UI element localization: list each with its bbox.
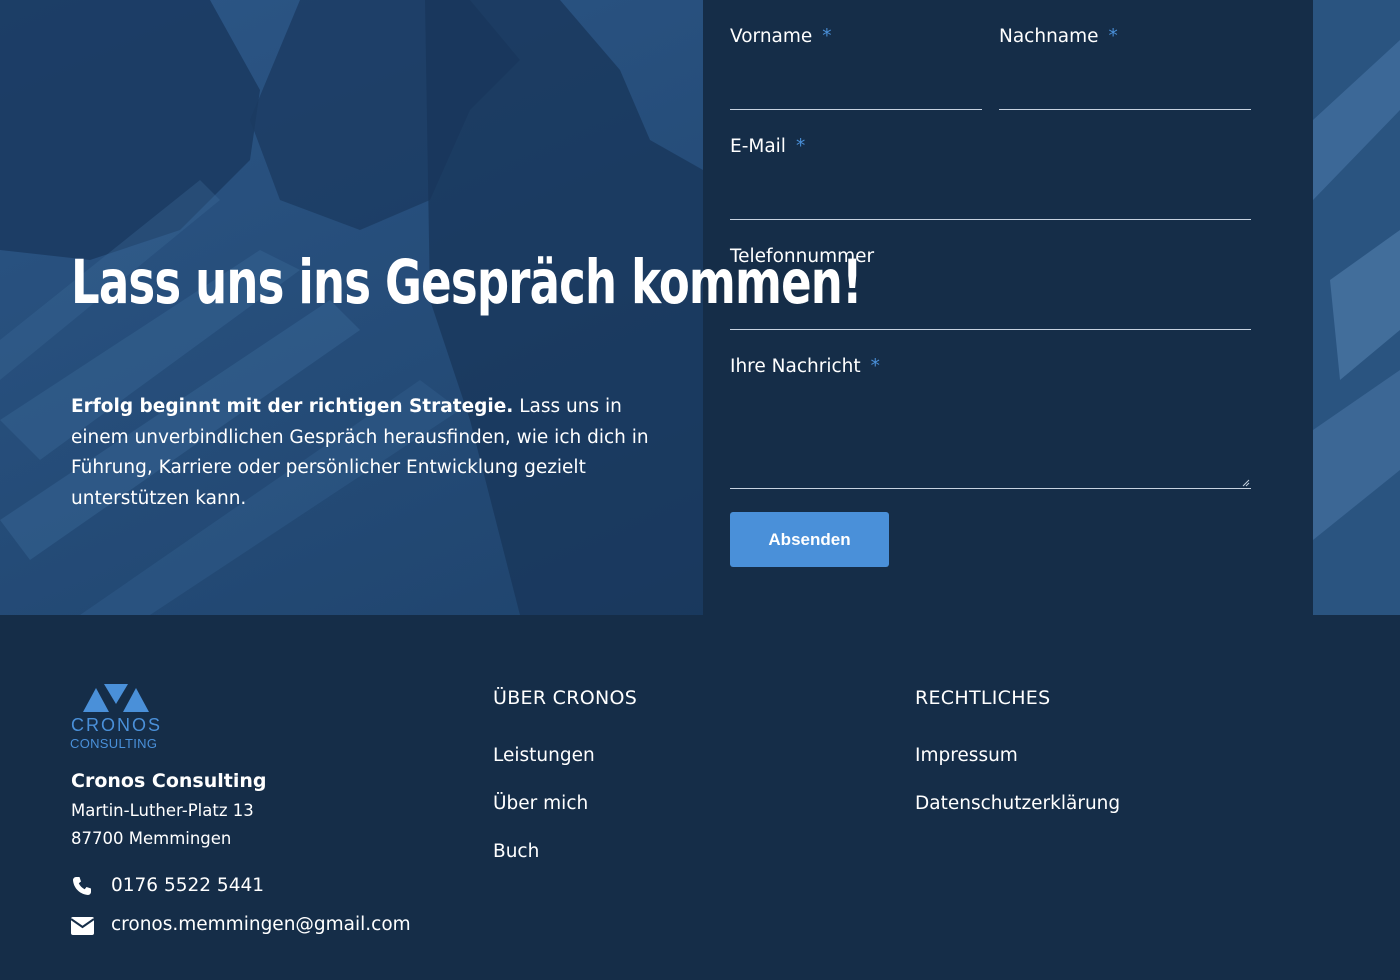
telefon-label: Telefonnummer	[730, 246, 874, 267]
mail-icon	[71, 917, 94, 935]
required-marker: *	[822, 26, 832, 47]
address-city: 87700 Memmingen	[71, 829, 232, 848]
resize-grip-icon[interactable]	[1242, 479, 1250, 487]
email-link[interactable]: cronos.memmingen@gmail.com	[111, 914, 411, 935]
logo-subtitle: CONSULTING	[70, 736, 158, 751]
required-marker: *	[870, 356, 880, 377]
telefon-input[interactable]	[730, 329, 1251, 330]
email-label-text: E-Mail	[730, 136, 786, 157]
required-marker: *	[1108, 26, 1118, 47]
phone-link[interactable]: 0176 5522 5441	[111, 875, 264, 896]
nachname-input[interactable]	[999, 109, 1251, 110]
phone-icon	[73, 877, 91, 895]
hero-section: Lass uns ins Gespräch kommen! Erfolg beg…	[0, 0, 1400, 615]
logo-wordmark: CRONOS	[71, 715, 163, 735]
hero-description: Erfolg beginnt mit der richtigen Strateg…	[71, 392, 671, 514]
telefon-label-text: Telefonnummer	[730, 246, 875, 267]
email-label: E-Mail *	[730, 136, 805, 157]
vorname-input[interactable]	[730, 109, 982, 110]
vorname-label-text: Vorname	[730, 26, 813, 47]
email-input[interactable]	[730, 219, 1251, 220]
footer-link-buch[interactable]: Buch	[493, 841, 539, 862]
submit-button[interactable]: Absenden	[730, 512, 889, 567]
footer-heading-rechtliches: RECHTLICHES	[915, 687, 1051, 709]
footer-link-datenschutz[interactable]: Datenschutzerklärung	[915, 793, 1120, 814]
nachricht-textarea[interactable]	[730, 488, 1251, 489]
footer-link-ueber-mich[interactable]: Über mich	[493, 793, 588, 814]
footer-heading-ueber: ÜBER CRONOS	[493, 687, 638, 709]
address-street: Martin-Luther-Platz 13	[71, 801, 254, 820]
footer-link-leistungen[interactable]: Leistungen	[493, 745, 595, 766]
hero-description-bold: Erfolg beginnt mit der richtigen Strateg…	[71, 396, 514, 417]
company-name: Cronos Consulting	[71, 770, 267, 792]
footer-link-impressum[interactable]: Impressum	[915, 745, 1018, 766]
nachricht-label-text: Ihre Nachricht	[730, 356, 861, 377]
vorname-label: Vorname *	[730, 26, 832, 47]
nachname-label-text: Nachname	[999, 26, 1099, 47]
required-marker: *	[795, 136, 806, 157]
hero-title: Lass uns ins Gespräch kommen!	[71, 247, 863, 318]
nachricht-label: Ihre Nachricht *	[730, 356, 880, 377]
nachname-label: Nachname *	[999, 26, 1118, 47]
